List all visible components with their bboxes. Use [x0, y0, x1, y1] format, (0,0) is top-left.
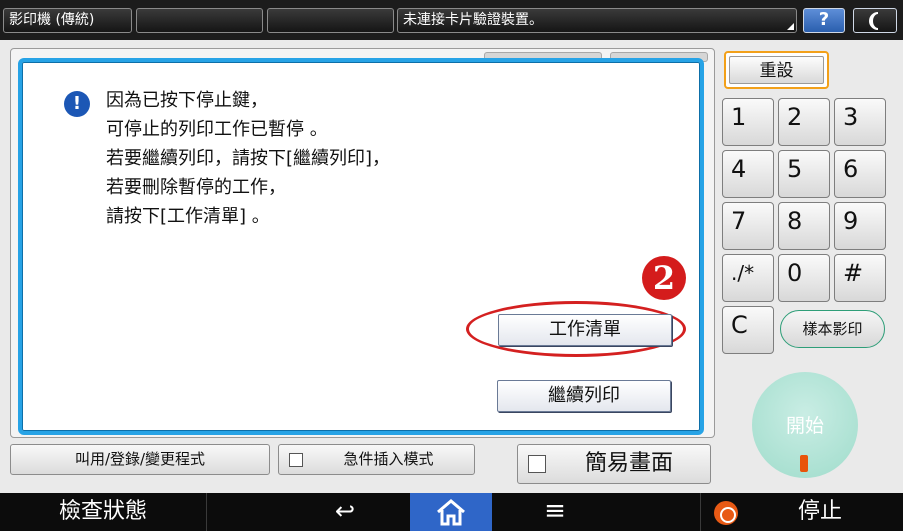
message-line: 若要繼續列印，請按下[繼續列印]， [106, 148, 391, 169]
energy-saver-button[interactable] [853, 8, 897, 33]
stop-label: 停止 [797, 499, 842, 524]
key-6[interactable]: 6 [834, 150, 886, 198]
message-line: 可停止的列印工作已暫停 。 [106, 119, 328, 140]
mode-title-label: 影印機 (傳統) [9, 12, 95, 28]
interrupt-mode-button[interactable]: 急件插入模式 [278, 444, 475, 475]
message-line: 因為已按下停止鍵， [106, 90, 268, 111]
step-number-badge: 2 [642, 256, 686, 300]
reset-button[interactable]: 重設 [724, 51, 829, 89]
status-slot-1 [136, 8, 263, 33]
info-icon: ! [64, 91, 90, 117]
reset-label: 重設 [759, 61, 794, 81]
menu-button[interactable]: ≡ [500, 493, 610, 531]
stop-icon[interactable] [714, 501, 738, 525]
key-7[interactable]: 7 [722, 202, 774, 250]
key-8[interactable]: 8 [778, 202, 830, 250]
bottom-nav-bar: 檢查狀態 ↩ ≡ 停止 [0, 493, 903, 531]
start-label: 開始 [785, 415, 824, 437]
key-4[interactable]: 4 [722, 150, 774, 198]
help-button[interactable]: ? [803, 8, 845, 33]
key-dot-star[interactable]: ./* [722, 254, 774, 302]
help-icon: ? [818, 9, 830, 30]
continue-printing-label: 繼續列印 [548, 385, 620, 406]
key-2[interactable]: 2 [778, 98, 830, 146]
start-indicator-led [800, 455, 808, 472]
nav-divider [700, 493, 701, 531]
menu-icon: ≡ [544, 496, 566, 526]
moon-icon [869, 12, 879, 30]
key-3[interactable]: 3 [834, 98, 886, 146]
key-hash[interactable]: # [834, 254, 886, 302]
interrupt-mode-label: 急件插入模式 [343, 450, 434, 468]
interrupt-checkbox [289, 452, 303, 467]
home-button[interactable] [410, 493, 492, 531]
sample-copy-label: 樣本影印 [802, 320, 863, 338]
home-icon [437, 499, 465, 526]
back-button[interactable]: ↩ [290, 493, 400, 531]
recall-program-label: 叫用/登錄/變更程式 [74, 450, 206, 468]
check-status-label: 檢查狀態 [58, 499, 147, 524]
job-list-button[interactable]: 工作清單 [498, 314, 672, 346]
simple-screen-button[interactable]: 簡易畫面 [517, 444, 711, 484]
simple-screen-label: 簡易畫面 [584, 451, 673, 476]
back-icon: ↩ [334, 497, 356, 525]
check-status-button[interactable]: 檢查狀態 [0, 493, 207, 531]
status-message-box[interactable]: 未連接卡片驗證裝置。 [397, 8, 797, 33]
simple-screen-checkbox [528, 455, 546, 473]
dialog-message: 因為已按下停止鍵， 可停止的列印工作已暫停 。 若要繼續列印，請按下[繼續列印]… [106, 86, 526, 231]
sample-copy-button[interactable]: 樣本影印 [780, 310, 885, 348]
stop-button[interactable]: 停止 [760, 493, 880, 531]
key-5[interactable]: 5 [778, 150, 830, 198]
key-clear[interactable]: C [722, 306, 774, 354]
recall-program-button[interactable]: 叫用/登錄/變更程式 [10, 444, 270, 475]
key-9[interactable]: 9 [834, 202, 886, 250]
key-1[interactable]: 1 [722, 98, 774, 146]
job-list-label: 工作清單 [549, 319, 621, 340]
status-message: 未連接卡片驗證裝置。 [403, 12, 543, 28]
status-slot-2 [267, 8, 394, 33]
message-line: 若要刪除暫停的工作， [106, 177, 286, 198]
key-0[interactable]: 0 [778, 254, 830, 302]
top-status-bar: 影印機 (傳統) 未連接卡片驗證裝置。 ? [0, 0, 903, 40]
mode-title: 影印機 (傳統) [3, 8, 132, 33]
paused-job-dialog: ! 因為已按下停止鍵， 可停止的列印工作已暫停 。 若要繼續列印，請按下[繼續列… [18, 58, 704, 435]
message-line: 請按下[工作清單] 。 [106, 206, 270, 227]
expand-corner-icon [787, 23, 794, 30]
continue-printing-button[interactable]: 繼續列印 [497, 380, 671, 412]
